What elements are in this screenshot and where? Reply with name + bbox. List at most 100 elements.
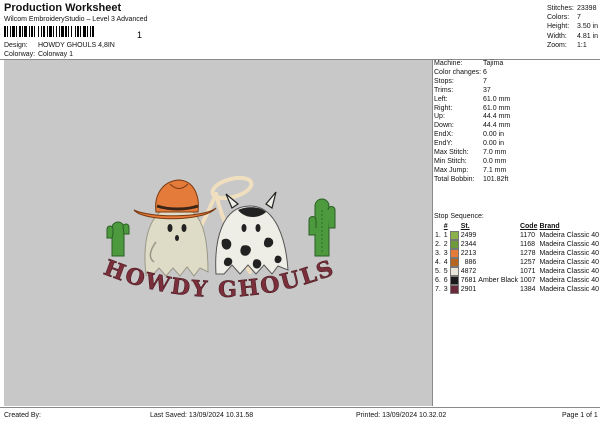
param-label: Min Stitch: — [434, 157, 467, 165]
param-value: 6 — [483, 68, 487, 76]
thread-name — [477, 249, 519, 258]
thread-color-swatch — [449, 285, 459, 294]
thread-brand: Madeira Classic 40 — [539, 259, 599, 266]
param-value: 44.4 mm — [483, 122, 511, 130]
param-label: Machine: — [434, 60, 463, 67]
stop-index: 6. — [435, 277, 441, 284]
header-stitches: St. — [460, 223, 470, 230]
design-summary: Stitches: 23398 Colors: 7 Height: 3.50 in W… — [547, 4, 598, 50]
thread-name — [477, 231, 519, 240]
color-swatch — [449, 258, 460, 267]
last-saved: Last Saved: 13/09/2024 10.31.58 — [150, 412, 254, 419]
param-label: Total Bobbin: — [434, 175, 475, 183]
thread-code: 1170 — [519, 232, 536, 239]
width-label: Width: — [547, 32, 567, 40]
param-value: 0.0 mm — [483, 157, 507, 165]
param-value: 0.00 in — [483, 140, 505, 148]
param-row: Right: 61.0 mm — [434, 105, 510, 114]
stop-index: 4. — [435, 259, 441, 266]
cactus-right — [308, 198, 336, 257]
colors-value: 7 — [577, 14, 581, 22]
thread-code: 1071 — [519, 268, 536, 275]
stitch-count: 2499 — [460, 232, 477, 239]
stop-sequence-label: Stop Sequence: — [434, 213, 484, 220]
thread-brand: Madeira Classic 40 — [539, 268, 599, 275]
thread-code: 1384 — [519, 286, 536, 293]
thread-code: 1257 — [519, 259, 536, 266]
param-value: 61.0 mm — [483, 95, 511, 103]
stop-row: 6. 6 7681 Amber Black 1007 Madeira Classic 40 — [434, 276, 600, 285]
thread-color-swatch — [449, 231, 459, 240]
thread-color-swatch — [449, 267, 459, 276]
thread-color-swatch — [449, 258, 459, 267]
stop-row: 5. 5 4872 1071 Madeira Classic 40 — [434, 267, 600, 276]
param-label: Stops: — [434, 77, 454, 85]
height-label: Height: — [547, 23, 570, 31]
param-row: Color changes: 6 — [434, 69, 510, 78]
thread-code: 1007 — [519, 277, 536, 284]
color-swatch — [449, 249, 460, 258]
barcode: 1 — [4, 26, 142, 39]
param-row: Max Stitch: 7.0 mm — [434, 149, 510, 158]
stitch-count: 4872 — [460, 268, 477, 275]
thread-name — [477, 258, 519, 267]
height-value: 3.50 in — [577, 23, 599, 31]
thread-brand: Madeira Classic 40 — [539, 286, 599, 293]
printed-date: Printed: 13/09/2024 10.32.02 — [356, 412, 447, 419]
colorway-row: Colorway: Colorway 1 — [4, 51, 73, 58]
worksheet-title: Production Worksheet — [4, 2, 122, 14]
param-row: Min Stitch: 0.0 mm — [434, 158, 510, 167]
stop-index: 1. — [435, 232, 441, 239]
stop-index: 5. — [435, 268, 441, 275]
param-label: Down: — [434, 122, 454, 130]
color-swatch — [449, 231, 460, 240]
stop-row: 4. 4 886 1257 Madeira Classic 40 — [434, 258, 600, 267]
thread-name — [477, 285, 519, 294]
param-label: EndX: — [434, 131, 454, 139]
zoom-value: 1:1 — [577, 41, 587, 49]
stop-row: 3. 3 2213 1278 Madeira Classic 40 — [434, 249, 600, 258]
stop-row: 1. 1 2499 1170 Madeira Classic 40 — [434, 231, 600, 240]
param-row: Max Jump: 7.1 mm — [434, 167, 510, 176]
param-value: 61.0 mm — [483, 104, 511, 112]
barcode-suffix: 1 — [137, 30, 142, 39]
param-row: Total Bobbin: 101.82ft — [434, 176, 510, 185]
machine-parameters: Machine: Tajima Color changes: 6 Stops: 7 Trim… — [434, 60, 510, 185]
stop-index: 7. — [435, 286, 441, 293]
software-subtitle: Wilcom EmbroideryStudio – Level 3 Advanc… — [4, 16, 148, 23]
thread-color-swatch — [449, 249, 459, 258]
footer-divider — [0, 407, 600, 408]
header-brand: Brand — [539, 223, 560, 230]
thread-name: Amber Black — [478, 277, 518, 284]
color-swatch — [449, 240, 460, 249]
stop-index: 3. — [435, 250, 441, 257]
param-value: 0.00 in — [483, 131, 505, 139]
param-value: 37 — [483, 86, 491, 94]
param-label: Up: — [434, 113, 445, 121]
header-code: Code — [519, 223, 538, 230]
stop-row: 7. 3 2901 1384 Madeira Classic 40 — [434, 285, 600, 294]
param-row: EndY: 0.00 in — [434, 140, 510, 149]
param-value: 7.1 mm — [483, 166, 507, 174]
thread-name — [477, 267, 519, 276]
param-value: 7 — [483, 77, 487, 85]
param-label: Max Stitch: — [434, 149, 469, 157]
param-row: Left: 61.0 mm — [434, 96, 510, 105]
param-row: Stops: 7 — [434, 78, 510, 87]
param-label: Trims: — [434, 86, 454, 94]
stitch-count: 2344 — [460, 241, 477, 248]
param-label: Right: — [434, 104, 453, 112]
stitches-value: 23398 — [577, 5, 597, 12]
stitch-count: 2213 — [460, 250, 477, 257]
thread-brand: Madeira Classic 40 — [539, 250, 599, 257]
param-value: 101.82ft — [483, 175, 509, 183]
param-row: Machine: Tajima — [434, 60, 510, 69]
thread-brand: Madeira Classic 40 — [539, 241, 599, 248]
colorway-value: Colorway 1 — [37, 51, 73, 58]
color-swatch — [449, 276, 460, 285]
param-row: Trims: 37 — [434, 87, 510, 96]
design-value: HOWDY GHOULS 4,8IN — [37, 42, 115, 49]
param-row: Up: 44.4 mm — [434, 113, 510, 122]
cactus-left — [106, 221, 130, 257]
stitch-count: 2901 — [460, 286, 477, 293]
